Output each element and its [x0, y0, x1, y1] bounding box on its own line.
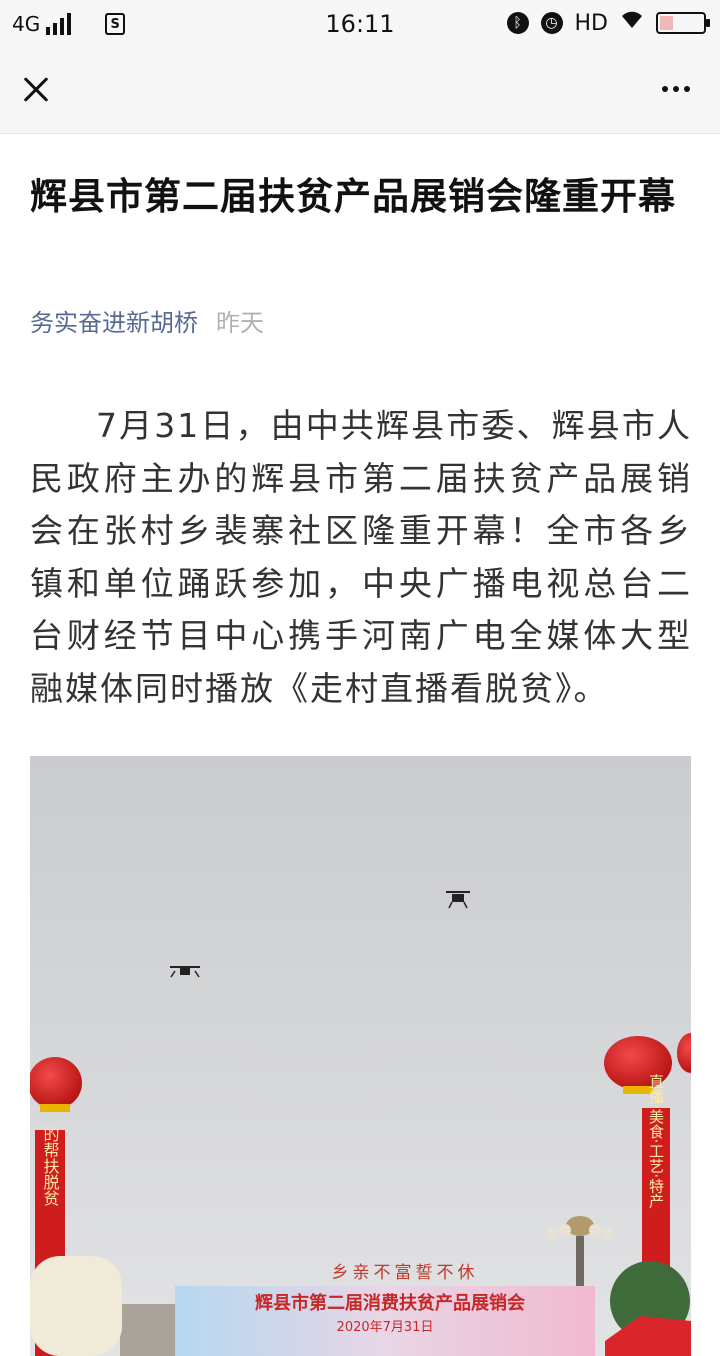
wifi-icon: [620, 10, 644, 36]
article-meta: 务实奋进新胡桥 昨天: [30, 306, 264, 340]
status-bar: 4G S 16:11 ᛒ ◷ HD: [0, 0, 720, 50]
stage-banner-title: 辉县市第二届消费扶贫产品展销会: [255, 1292, 525, 1314]
publish-date: 昨天: [216, 309, 264, 337]
status-right: ᛒ ◷ HD: [506, 10, 710, 36]
battery-icon: [656, 12, 710, 34]
article-paragraph: 7月31日，由中共辉县市委、辉县市人民政府主办的辉县市第二届扶贫产品展销会在张村…: [30, 406, 692, 708]
close-icon[interactable]: [18, 72, 54, 108]
article-title: 辉县市第二届扶贫产品展销会隆重开幕: [30, 175, 676, 218]
hd-label: HD: [574, 10, 608, 36]
nav-bar: [0, 50, 720, 134]
more-icon[interactable]: [662, 86, 690, 92]
alarm-icon: ◷: [540, 12, 563, 34]
event-photo-illustration: 的帮扶脱贫 直播·美食·工艺·特产 乡亲不富誓不休 辉县市第二届消费扶贫产品展销…: [30, 756, 691, 1356]
article-photo[interactable]: 的帮扶脱贫 直播·美食·工艺·特产 乡亲不富誓不休 辉县市第二届消费扶贫产品展销…: [30, 756, 691, 1356]
left-banner-text: 的帮扶脱贫: [41, 1126, 60, 1206]
battery-level: [660, 16, 673, 30]
jar-sculpture: [30, 1256, 122, 1356]
stage-slogan: 乡亲不富誓不休: [332, 1263, 479, 1283]
right-banner-text: 直播·美食·工艺·特产: [647, 1074, 665, 1209]
stage-banner-date: 2020年7月31日: [337, 1320, 434, 1335]
author-link[interactable]: 务实奋进新胡桥: [30, 309, 198, 337]
bluetooth-icon: ᛒ: [506, 12, 529, 34]
